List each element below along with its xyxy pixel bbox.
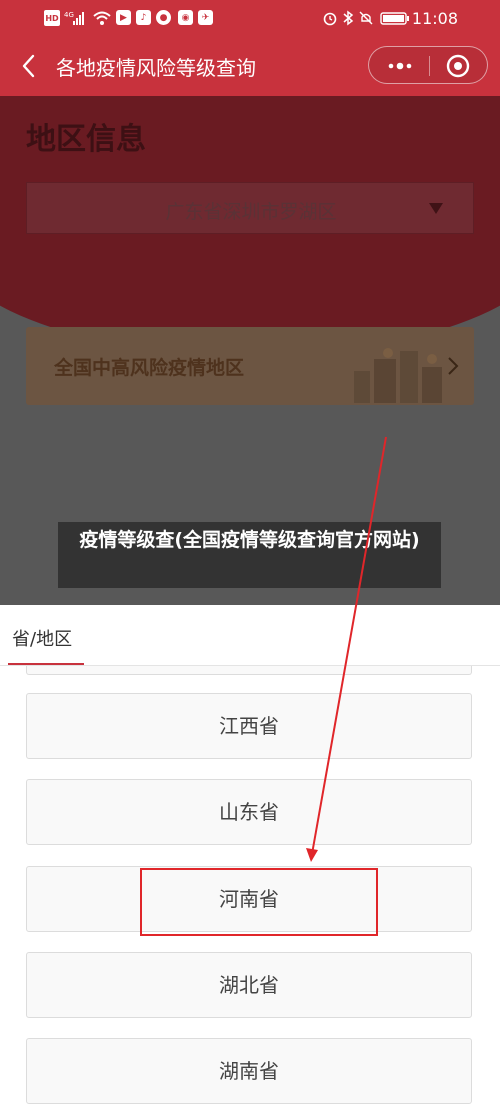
wifi-icon bbox=[92, 10, 112, 26]
highlight-box bbox=[140, 868, 378, 936]
battery-icon bbox=[380, 10, 410, 26]
risk-areas-card[interactable]: 全国中高风险疫情地区 bbox=[26, 327, 474, 405]
status-bar: HD 4G ▶ ♪ ● ◉ ✈ 11:08 bbox=[0, 0, 500, 36]
capsule-divider bbox=[429, 56, 430, 76]
province-option-jiangxi[interactable]: 江西省 bbox=[26, 693, 472, 759]
app-icon-music: ♪ bbox=[136, 10, 151, 25]
app-icon-chat: ● bbox=[156, 10, 171, 25]
region-select[interactable]: 广东省深圳市罗湖区 bbox=[26, 182, 474, 234]
svg-text:4G: 4G bbox=[64, 11, 74, 19]
mini-program-capsule bbox=[368, 46, 488, 84]
more-icon[interactable] bbox=[383, 56, 417, 76]
province-picker-sheet: 省/地区 江西省 山东省 河南省 湖北省 湖南省 bbox=[0, 605, 500, 1111]
province-option-hunan[interactable]: 湖南省 bbox=[26, 1038, 472, 1104]
region-select-value: 广东省深圳市罗湖区 bbox=[165, 201, 337, 223]
list-item-partial[interactable] bbox=[26, 666, 472, 675]
app-icon-files: ✈ bbox=[198, 10, 213, 25]
province-option-shandong[interactable]: 山东省 bbox=[26, 779, 472, 845]
risk-card-label: 全国中高风险疫情地区 bbox=[54, 357, 245, 379]
target-icon[interactable] bbox=[445, 53, 471, 79]
hd-icon: HD bbox=[44, 10, 60, 26]
app-icon-video: ▶ bbox=[116, 10, 131, 25]
alarm-icon bbox=[322, 10, 338, 26]
mute-icon bbox=[358, 10, 374, 26]
tab-province[interactable]: 省/地区 bbox=[12, 625, 72, 651]
nav-bar: 各地疫情风险等级查询 bbox=[0, 36, 500, 96]
bluetooth-icon bbox=[342, 10, 354, 26]
app-icon-browser: ◉ bbox=[178, 10, 193, 25]
back-icon[interactable] bbox=[17, 52, 43, 80]
page-title: 各地疫情风险等级查询 bbox=[56, 56, 256, 80]
chevron-right-icon bbox=[448, 357, 459, 375]
dropdown-arrow-icon bbox=[429, 203, 443, 214]
signal-icon: 4G bbox=[64, 10, 86, 26]
region-heading: 地区信息 bbox=[26, 122, 146, 157]
caption-banner: 疫情等级查(全国疫情等级查询官方网站) bbox=[58, 522, 441, 588]
city-buildings-icon bbox=[354, 348, 442, 403]
clock: 11:08 bbox=[411, 9, 458, 28]
province-option-hubei[interactable]: 湖北省 bbox=[26, 952, 472, 1018]
